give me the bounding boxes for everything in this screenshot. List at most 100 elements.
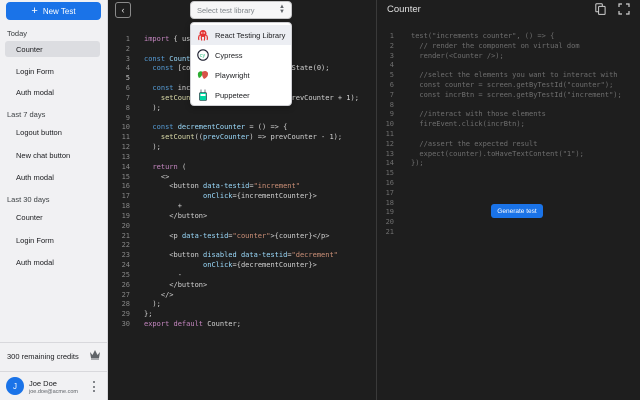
line-number: 25 xyxy=(121,270,130,279)
fullscreen-icon[interactable] xyxy=(618,3,630,15)
line-number: 3 xyxy=(389,51,394,60)
chevron-left-icon: ‹ xyxy=(121,5,125,15)
line-number: 13 xyxy=(121,152,130,161)
code-text: const incrBtn = screen.getByTestId("incr… xyxy=(411,90,622,99)
line-number: 8 xyxy=(389,100,394,109)
line-number: 30 xyxy=(121,320,130,329)
line-number: 9 xyxy=(125,113,130,122)
section-label-last-30-days: Last 30 days xyxy=(7,195,50,204)
code-text: //assert the expected result xyxy=(411,139,538,148)
code-text: <button disabled data-testid="decrement" xyxy=(144,251,338,260)
history-item-counter[interactable]: Counter xyxy=(5,41,100,57)
user-profile[interactable]: J Joe Doe joe.doe@acme.com xyxy=(0,372,108,400)
code-text: import { us xyxy=(144,35,191,43)
code-text: - xyxy=(144,270,182,279)
puppeteer-icon xyxy=(199,89,207,101)
line-number: 24 xyxy=(121,261,130,270)
user-name: Joe Doe xyxy=(29,379,57,388)
line-number: 20 xyxy=(385,218,394,227)
line-number: 18 xyxy=(385,198,394,207)
new-test-button[interactable]: + New Test xyxy=(6,2,101,20)
user-email: joe.doe@acme.com xyxy=(29,389,78,395)
code-text: }); xyxy=(411,159,424,168)
code-text: const Count xyxy=(144,54,191,63)
code-text: <button data-testid="increment" xyxy=(144,182,300,191)
line-number: 20 xyxy=(121,221,130,230)
history-item-login-form[interactable]: Login Form xyxy=(5,63,100,79)
section-label-today: Today xyxy=(7,29,28,38)
code-text: setCount((prevCounter) => prevCounter - … xyxy=(160,133,343,142)
history-item-auth-modal[interactable]: Auth modal xyxy=(5,254,100,270)
code-text: //select the elements you want to intera… xyxy=(411,71,618,80)
option-label: React Testing Library xyxy=(215,30,286,40)
test-library-select[interactable]: Select test library ▲ ▼ xyxy=(190,1,292,19)
code-text: test("increments counter", () => { xyxy=(411,32,555,40)
history-item-auth-modal[interactable]: Auth modal xyxy=(5,169,100,185)
option-cypress[interactable]: cy Cypress xyxy=(191,45,291,65)
chevron-updown-icon: ▲ ▼ xyxy=(279,4,285,15)
line-number: 12 xyxy=(385,139,394,148)
code-text: render(<Counter />); xyxy=(411,51,504,60)
line-number: 10 xyxy=(121,123,130,132)
code-text: onClick={incrementCounter}> xyxy=(203,192,317,201)
line-number: 9 xyxy=(389,110,394,119)
new-test-label: New Test xyxy=(42,6,76,16)
history-item-auth-modal[interactable]: Auth modal xyxy=(5,84,100,100)
option-puppeteer[interactable]: Puppeteer xyxy=(191,85,291,105)
code-text: const inc xyxy=(144,84,191,93)
history-item-logout-button[interactable]: Logout button xyxy=(5,124,100,140)
line-number: 17 xyxy=(121,192,130,201)
line-number: 21 xyxy=(121,231,130,240)
generate-test-button[interactable]: Generate test xyxy=(491,204,543,218)
line-number: 15 xyxy=(121,172,130,181)
option-label: Cypress xyxy=(215,50,243,60)
sidebar: + New Test Today Counter Login Form Auth… xyxy=(0,0,108,400)
line-number: 2 xyxy=(389,41,394,50)
history-item-login-form[interactable]: Login Form xyxy=(5,232,100,248)
back-button[interactable]: ‹ xyxy=(115,2,131,18)
line-number: 14 xyxy=(385,159,394,168)
code-text: <p data-testid="counter">{counter}</p> xyxy=(144,231,330,240)
option-label: Playwright xyxy=(215,70,250,80)
line-number: 6 xyxy=(125,84,130,93)
code-text: ); xyxy=(144,143,161,152)
test-output-panel: Counter 1 test("increments counter", () =… xyxy=(376,0,640,400)
code-text: export default Counter; xyxy=(144,320,241,329)
code-text: <> xyxy=(144,172,170,181)
line-number: 11 xyxy=(121,133,130,142)
line-number: 1 xyxy=(125,35,130,43)
line-number: 19 xyxy=(385,208,394,217)
code-text: </> xyxy=(144,290,174,299)
line-number: 15 xyxy=(385,169,394,178)
line-number: 2 xyxy=(125,44,130,53)
line-number: 17 xyxy=(385,188,394,197)
line-number: 23 xyxy=(121,251,130,260)
line-number: 5 xyxy=(125,74,130,83)
panel-title: Counter xyxy=(387,4,421,15)
copy-icon[interactable] xyxy=(595,3,606,15)
plus-icon: + xyxy=(31,4,38,17)
code-text: ); xyxy=(144,300,161,309)
crown-icon[interactable] xyxy=(89,348,101,360)
code-text: expect(counter).toHaveTextContent("1"); xyxy=(411,149,584,158)
octopus-icon xyxy=(198,30,208,41)
code-text: return ( xyxy=(152,162,187,171)
more-options-icon[interactable] xyxy=(91,381,97,392)
history-item-counter[interactable]: Counter xyxy=(5,209,100,225)
test-library-menu: React Testing Library cy Cypress Playwri… xyxy=(190,22,292,106)
history-item-new-chat-button[interactable]: New chat button xyxy=(5,147,100,163)
line-number: 16 xyxy=(385,179,394,187)
cypress-icon: cy xyxy=(197,49,209,61)
line-number: 18 xyxy=(121,202,130,211)
line-number: 22 xyxy=(121,241,130,250)
line-number: 5 xyxy=(389,71,394,80)
line-number: 6 xyxy=(389,81,394,89)
line-number: 16 xyxy=(121,182,130,191)
line-number: 10 xyxy=(385,120,394,129)
line-number: 29 xyxy=(121,310,130,319)
option-playwright[interactable]: Playwright xyxy=(191,65,291,85)
line-number: 8 xyxy=(125,103,130,112)
credits-text: 300 remaining credits xyxy=(7,352,79,361)
option-react-testing-library[interactable]: React Testing Library xyxy=(191,25,291,45)
line-number: 11 xyxy=(385,130,394,138)
